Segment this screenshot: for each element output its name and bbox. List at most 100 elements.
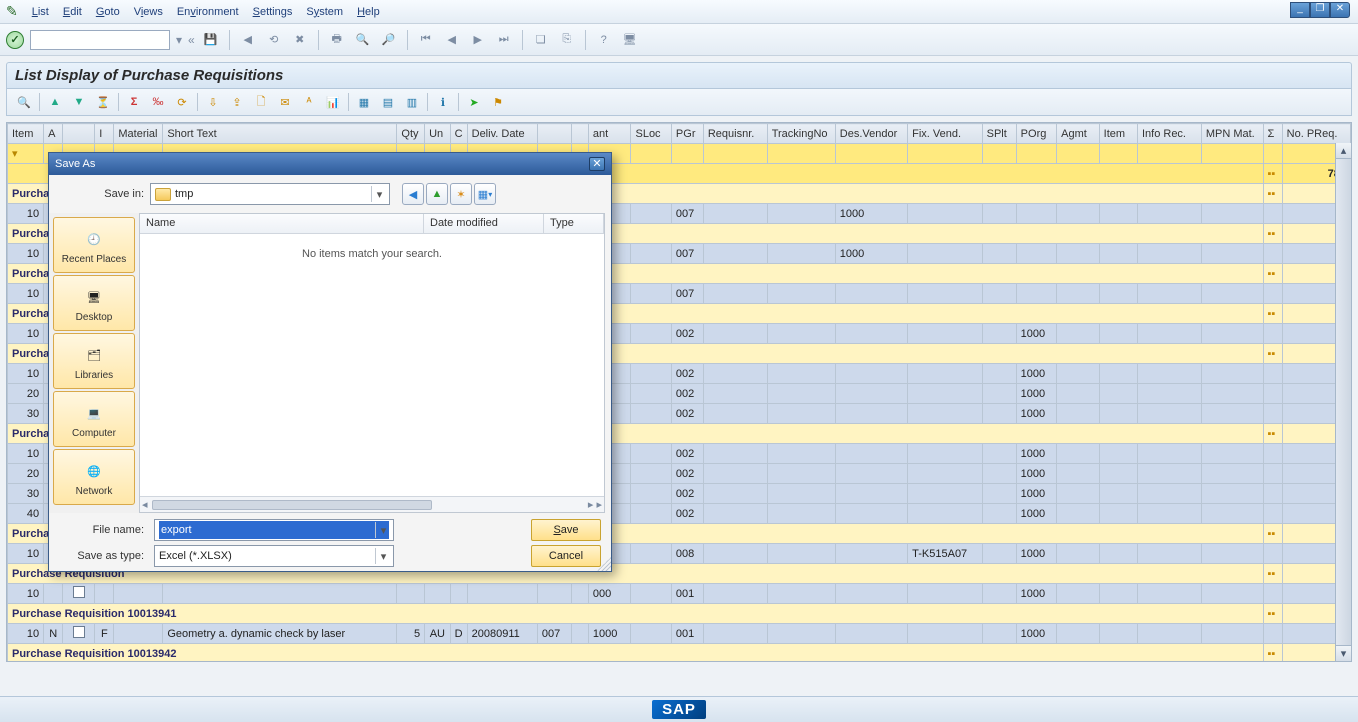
assign-icon[interactable]: ➤ — [465, 93, 483, 111]
nav-views-icon[interactable]: ▦▾ — [474, 183, 496, 205]
place-recent[interactable]: 🕘 Recent Places — [53, 217, 135, 273]
col-x1[interactable] — [537, 124, 571, 144]
layout-icon[interactable]: 🖥 — [620, 30, 640, 50]
scroll-up-icon[interactable]: ▴ — [1336, 143, 1351, 159]
col-nopreq[interactable]: No. PReq. — [1282, 124, 1350, 144]
menu-views[interactable]: Views — [134, 6, 163, 18]
print-icon[interactable]: 🖶 — [327, 30, 347, 50]
file-list-header[interactable]: Name Date modified Type — [140, 214, 604, 234]
nav-newfolder-icon[interactable]: ✶ — [450, 183, 472, 205]
col-pgr[interactable]: PGr — [671, 124, 703, 144]
save-button[interactable]: Save — [531, 519, 601, 541]
col-sigma[interactable]: Σ — [1263, 124, 1282, 144]
col-flag[interactable] — [63, 124, 95, 144]
scroll-left-icon[interactable]: ◂ — [142, 498, 148, 511]
cancel-button[interactable]: Cancel — [531, 545, 601, 567]
save-in-combo[interactable]: tmp ▾ — [150, 183, 390, 205]
last-page-icon[interactable]: ⏭ — [494, 30, 514, 50]
graphic-icon[interactable]: 📊 — [324, 93, 342, 111]
history-collapse-icon[interactable]: « — [188, 33, 195, 47]
history-dropdown-icon[interactable]: ▾ — [176, 33, 182, 47]
subtotal-icon[interactable]: ‰ — [149, 93, 167, 111]
place-libraries[interactable]: 🗂 Libraries — [53, 333, 135, 389]
menu-goto[interactable]: Goto — [96, 6, 120, 18]
help-icon[interactable]: ? — [594, 30, 614, 50]
new-session-icon[interactable]: ❏ — [531, 30, 551, 50]
menu-settings[interactable]: Settings — [253, 6, 293, 18]
col-fixvend[interactable]: Fix. Vend. — [908, 124, 982, 144]
minimize-button[interactable]: _ — [1290, 2, 1310, 18]
col-i[interactable]: I — [95, 124, 114, 144]
col-item2[interactable]: Item — [1099, 124, 1137, 144]
place-computer[interactable]: 💻 Computer — [53, 391, 135, 447]
file-name-input[interactable] — [159, 521, 389, 539]
file-name-field[interactable]: ▾ — [154, 519, 394, 541]
menu-edit[interactable]: Edit — [63, 6, 82, 18]
col-a[interactable]: A — [44, 124, 63, 144]
col-sloc[interactable]: SLoc — [631, 124, 671, 144]
file-list[interactable]: Name Date modified Type No items match y… — [139, 213, 605, 513]
change-layout-icon[interactable]: ▦ — [355, 93, 373, 111]
col-inforec[interactable]: Info Rec. — [1137, 124, 1201, 144]
dialog-titlebar[interactable]: Save As ✕ — [49, 153, 611, 175]
row-checkbox[interactable] — [73, 586, 85, 598]
export-excel-icon[interactable]: ⇩ — [204, 93, 222, 111]
scroll-right-icon[interactable]: ▸ ▸ — [588, 498, 602, 511]
col-x2[interactable] — [571, 124, 588, 144]
col-trackingno[interactable]: TrackingNo — [767, 124, 835, 144]
filter-icon[interactable]: ⏳ — [94, 93, 112, 111]
find-next-icon[interactable]: 🔎 — [379, 30, 399, 50]
place-network[interactable]: 🌐 Network — [53, 449, 135, 505]
dialog-close-button[interactable]: ✕ — [589, 157, 605, 171]
sap-command-icon[interactable]: ✎ — [6, 3, 18, 20]
restore-button[interactable]: ❐ — [1310, 2, 1330, 18]
menu-help[interactable]: Help — [357, 6, 380, 18]
save-type-combo[interactable]: Excel (*.XLSX) ▾ — [154, 545, 394, 567]
column-headers[interactable]: Item A I Material Short Text Qty Un C De… — [8, 124, 1351, 144]
chevron-down-icon[interactable]: ▾ — [375, 548, 391, 564]
col-requisnr[interactable]: Requisnr. — [703, 124, 767, 144]
export-word-icon[interactable]: ⇪ — [228, 93, 246, 111]
sum-icon[interactable]: Σ — [125, 93, 143, 111]
menu-environment[interactable]: Environment — [177, 6, 239, 18]
sort-desc-icon[interactable]: ▼ — [70, 93, 88, 111]
col-material[interactable]: Material — [114, 124, 163, 144]
info-icon[interactable]: ℹ — [434, 93, 452, 111]
first-page-icon[interactable]: ⏮ — [416, 30, 436, 50]
resize-handle[interactable] — [597, 557, 611, 571]
col-desvendor[interactable]: Des.Vendor — [835, 124, 907, 144]
chevron-down-icon[interactable]: ▾ — [371, 186, 387, 202]
col-date[interactable]: Date modified — [424, 214, 544, 233]
table-row[interactable]: 10NFGeometry a. dynamic check by laser5A… — [8, 624, 1351, 644]
nav-back-icon[interactable]: ◀ — [402, 183, 424, 205]
back-icon[interactable]: ◀ — [238, 30, 258, 50]
col-type[interactable]: Type — [544, 214, 604, 233]
menu-system[interactable]: System — [306, 6, 343, 18]
col-agmt[interactable]: Agmt — [1057, 124, 1100, 144]
col-ant[interactable]: ant — [588, 124, 631, 144]
col-splt[interactable]: SPlt — [982, 124, 1016, 144]
local-file-icon[interactable]: 🗋 — [252, 93, 270, 111]
col-deliv[interactable]: Deliv. Date — [467, 124, 537, 144]
col-mpn[interactable]: MPN Mat. — [1201, 124, 1263, 144]
shortcut-icon[interactable]: ⎘ — [557, 30, 577, 50]
prev-page-icon[interactable]: ◀ — [442, 30, 462, 50]
save-layout-icon[interactable]: ▥ — [403, 93, 421, 111]
menu-list[interactable]: LListist — [32, 6, 49, 18]
save-icon[interactable]: 💾 — [201, 30, 221, 50]
services-icon[interactable]: ⚑ — [489, 93, 507, 111]
sort-asc-icon[interactable]: ▲ — [46, 93, 64, 111]
col-short-text[interactable]: Short Text — [163, 124, 397, 144]
nav-up-icon[interactable]: ▲ — [426, 183, 448, 205]
col-qty[interactable]: Qty — [397, 124, 425, 144]
vertical-scrollbar[interactable]: ▴ ▾ — [1335, 143, 1351, 661]
col-name[interactable]: Name — [140, 214, 424, 233]
abc-icon[interactable]: ᴬ — [300, 93, 318, 111]
scroll-thumb[interactable] — [152, 500, 432, 510]
col-c[interactable]: C — [450, 124, 467, 144]
mail-icon[interactable]: ✉ — [276, 93, 294, 111]
next-page-icon[interactable]: ▶ — [468, 30, 488, 50]
command-field[interactable] — [30, 30, 170, 50]
exit-icon[interactable]: ⟲ — [264, 30, 284, 50]
details-icon[interactable]: 🔍 — [15, 93, 33, 111]
